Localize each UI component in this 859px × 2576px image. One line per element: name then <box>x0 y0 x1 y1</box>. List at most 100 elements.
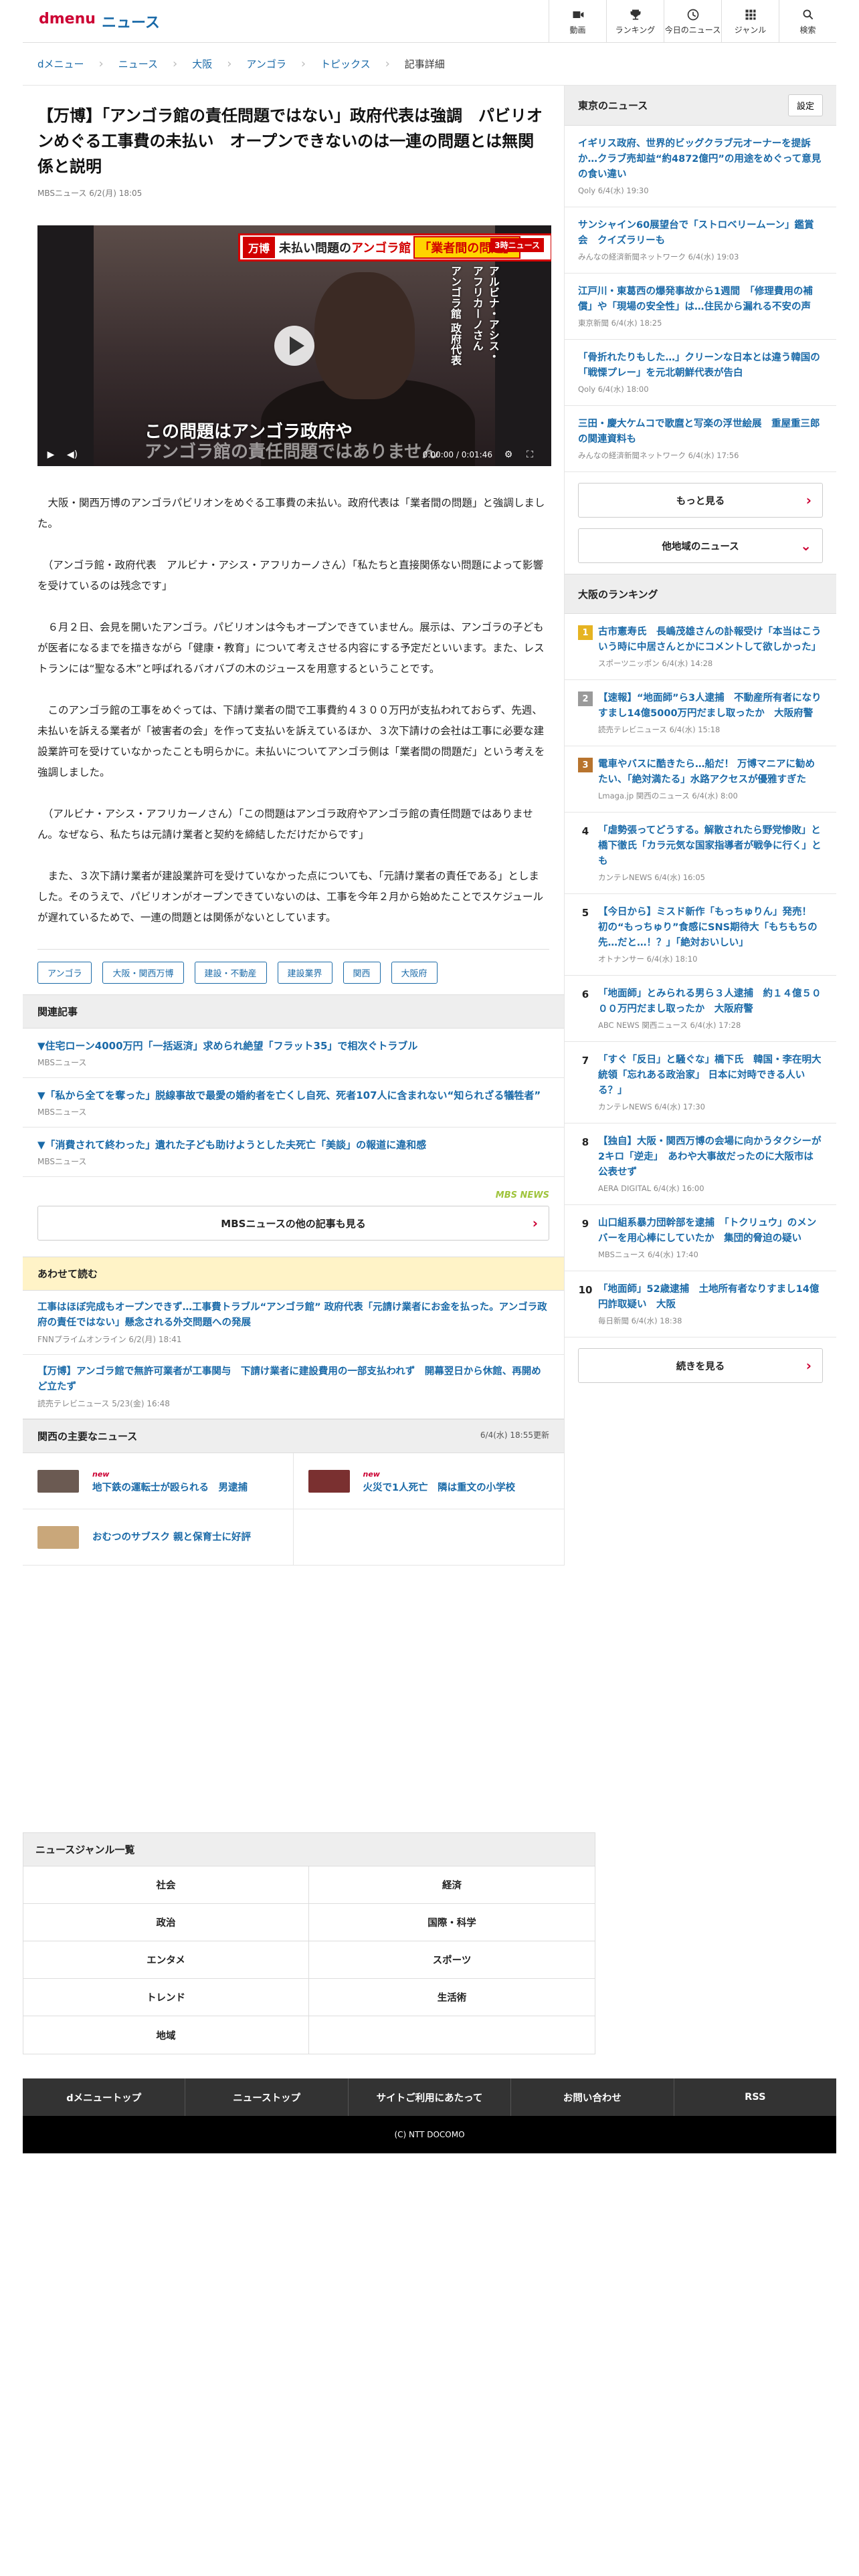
mbs-more-button[interactable]: MBSニュースの他の記事も見る › <box>37 1206 549 1241</box>
genre-lifestyle[interactable]: 生活術 <box>309 1979 595 2016</box>
tag-angola[interactable]: アンゴラ <box>37 962 92 984</box>
also-read-item[interactable]: 工事はほぼ完成もオープンできず…工事費トラブル“アンゴラ館” 政府代表「元請け業… <box>23 1291 564 1355</box>
genre-region[interactable]: 地域 <box>23 2016 309 2054</box>
tag-construction-industry[interactable]: 建設業界 <box>277 962 332 984</box>
nav-ranking[interactable]: ランキング <box>606 0 664 43</box>
ranking-more-button[interactable]: 続きを見る › <box>578 1348 823 1383</box>
genre-economy[interactable]: 経済 <box>309 1866 595 1904</box>
other-region-button[interactable]: 他地域のニュース ⌄ <box>578 528 823 563</box>
tokyo-news-title[interactable]: 「骨折れたりもした…」クリーンな日本とは違う韓国の「戦慄プレー」を元北朝鮮代表が… <box>578 350 823 381</box>
news-thumbnail <box>37 1525 79 1549</box>
tokyo-news-title[interactable]: サンシャイン60展望台で「ストロベリームーン」鑑賞会 クイズラリーも <box>578 218 823 249</box>
ranking-title[interactable]: 古市憲寿氏 長嶋茂雄さんの訃報受け「本当はこういう時に中居さんとかにコメントして… <box>598 625 823 655</box>
kansai-news-item[interactable]: new 地下鉄の運転士が殴られる 男逮捕 <box>23 1453 294 1509</box>
related-item[interactable]: ▼「私から全てを奪った」脱線事故で最愛の婚約者を亡くし自死、死者107人に含まれ… <box>23 1078 564 1128</box>
also-read-title[interactable]: 【万博】アンゴラ館で無許可業者が工事関与 下請け業者に建設費用の一部支払われず … <box>37 1364 549 1395</box>
nav-today[interactable]: 今日のニュース <box>664 0 721 43</box>
video-player[interactable]: 万博 未払い問題の アンゴラ館 「業者間の問題」 3時ニュース アンゴラ館 政府… <box>37 225 551 466</box>
footer-news-top[interactable]: ニューストップ <box>185 2078 349 2116</box>
ranking-source: Lmaga.jp 関西のニュース 6/4(水) 8:00 <box>598 791 738 800</box>
ranking-item[interactable]: 1 古市憲寿氏 長嶋茂雄さんの訃報受け「本当はこういう時に中居さんとかにコメントし… <box>565 614 836 680</box>
ranking-item[interactable]: 6 「地面師」とみられる男ら３人逮捕 約１４億５０００万円だまし取ったか 大阪府警… <box>565 976 836 1042</box>
footer-terms[interactable]: サイトご利用にあたって <box>349 2078 512 2116</box>
chevron-right-icon: › <box>805 1358 812 1374</box>
also-read-heading: あわせて読む <box>23 1257 564 1291</box>
dmenu-logo[interactable]: dmenu <box>39 11 96 27</box>
ranking-item[interactable]: 5 【今日から】ミスド新作「もっちゅりん」発売！ 初の“もっちゅり”食感にSNS期… <box>565 894 836 976</box>
nav-genre[interactable]: ジャンル <box>721 0 779 43</box>
nav-video[interactable]: 動画 <box>549 0 606 43</box>
ranking-item[interactable]: 3 電車やバスに酷きたら…船だ！ 万博マニアに勧めたい、「絶対満たる」水路アクセス… <box>565 746 836 813</box>
breadcrumb: dメニュー › ニュース › 大阪 › アンゴラ › トピックス › 記事詳細 <box>23 43 836 86</box>
genre-society[interactable]: 社会 <box>23 1866 309 1904</box>
kansai-news-updated: 6/4(水) 18:55更新 <box>480 1430 549 1440</box>
tokyo-news-item[interactable]: 三田・慶大ケムコで歌麿と写楽の浮世絵展 重屋重三郎の関連資料も みんなの経済新聞… <box>565 406 836 472</box>
tag-construction-realestate[interactable]: 建設・不動産 <box>194 962 267 984</box>
breadcrumb-current: 記事詳細 <box>404 58 445 70</box>
breadcrumb-news[interactable]: ニュース <box>118 57 158 71</box>
related-title[interactable]: ▼「私から全てを奪った」脱線事故で最愛の婚約者を亡くし自死、死者107人に含まれ… <box>37 1087 549 1103</box>
related-item[interactable]: ▼「消費されて終わった」遺れた子ども助けようとした夫死亡「美談」の報道に違和感 … <box>23 1128 564 1177</box>
video-time: 0:00:00 / 0:01:46 <box>422 450 492 459</box>
footer-contact[interactable]: お問い合わせ <box>511 2078 674 2116</box>
kansai-news-title: 火災で1人死亡 隣は重文の小学校 <box>363 1482 516 1493</box>
breadcrumb-topics[interactable]: トピックス <box>320 57 371 71</box>
ranking-title[interactable]: 【今日から】ミスド新作「もっちゅりん」発売！ 初の“もっちゅり”食感にSNS期待… <box>598 905 823 951</box>
ranking-title[interactable]: 「地面師」とみられる男ら３人逮捕 約１４億５０００万円だまし取ったか 大阪府警 <box>598 986 823 1017</box>
ranking-title[interactable]: 電車やバスに酷きたら…船だ！ 万博マニアに勧めたい、「絶対満たる」水路アクセスが… <box>598 757 823 788</box>
ranking-title[interactable]: 「地面師」52歳逮捕 土地所有者なりすまし14億円詐取疑い 大阪 <box>598 1282 823 1313</box>
genre-trend[interactable]: トレンド <box>23 1979 309 2016</box>
ranking-title[interactable]: 「虐勢張ってどうする。解散されたら野党惨敗」と橋下徹氏「カラ元気な国家指導者が戦… <box>598 823 823 869</box>
nav-search[interactable]: 検索 <box>779 0 836 43</box>
related-item[interactable]: ▼住宅ローン4000万円「一括返済」求められ絶望「フラット35」で相次ぐトラブル… <box>23 1029 564 1078</box>
tokyo-news-title[interactable]: 江戸川・東葛西の爆発事故から1週間 「修理費用の補償」や「現場の安全性」は…住民… <box>578 284 823 315</box>
ranking-item[interactable]: 4 「虐勢張ってどうする。解散されたら野党惨敗」と橋下徹氏「カラ元気な国家指導者が… <box>565 813 836 894</box>
ranking-title[interactable]: 【速報】“地面師”ら3人逮捕 不動産所有者になりすまし14億5000万円だまし取… <box>598 691 823 722</box>
kansai-news-item[interactable]: new 火災で1人死亡 隣は重文の小学校 <box>293 1453 564 1509</box>
tokyo-news-item[interactable]: イギリス政府、世界的ビッグクラブ元オーナーを提訴か…クラブ売却益“約4872億円… <box>565 126 836 207</box>
ranking-item[interactable]: 9 山口組系暴力団幹部を逮捕 「トクリュウ」のメンバーを用心棒にしていたか 集団的… <box>565 1205 836 1271</box>
breadcrumb-angola[interactable]: アンゴラ <box>246 57 286 71</box>
ranking-item[interactable]: 7 「すぐ「反日」と騒ぐな」橋下氏 韓国・李在明大統領「忘れある政治家」 日本に対… <box>565 1042 836 1123</box>
footer-dmenu-top[interactable]: dメニュートップ <box>23 2078 186 2116</box>
ranking-item[interactable]: 2 【速報】“地面師”ら3人逮捕 不動産所有者になりすまし14億5000万円だまし… <box>565 680 836 746</box>
rank-number: 4 <box>581 825 589 837</box>
settings-icon[interactable]: ⚙ <box>502 448 515 461</box>
ranking-item[interactable]: 10 「地面師」52歳逮捕 土地所有者なりすまし14億円詐取疑い 大阪 毎日新聞 6… <box>565 1271 836 1337</box>
related-title[interactable]: ▼住宅ローン4000万円「一括返済」求められ絶望「フラット35」で相次ぐトラブル <box>37 1038 549 1054</box>
genre-international-science[interactable]: 国際・科学 <box>309 1904 595 1941</box>
ranking-title[interactable]: 山口組系暴力団幹部を逮捕 「トクリュウ」のメンバーを用心棒にしていたか 集団的脅… <box>598 1216 823 1247</box>
footer-rss[interactable]: RSS <box>674 2078 836 2116</box>
ranking-text: 【今日から】ミスド新作「もっちゅりん」発売！ 初の“もっちゅり”食感にSNS期待… <box>598 905 823 964</box>
article-paragraph: （アンゴラ館・政府代表 アルビナ・アシス・アフリカーノさん）「私たちと直接関係な… <box>37 559 543 592</box>
also-read-item[interactable]: 【万博】アンゴラ館で無許可業者が工事関与 下請け業者に建設費用の一部支払われず … <box>23 1355 564 1419</box>
tokyo-news-item[interactable]: サンシャイン60展望台で「ストロベリームーン」鑑賞会 クイズラリーも みんなの経… <box>565 207 836 274</box>
tag-kansai[interactable]: 関西 <box>343 962 381 984</box>
genre-sports[interactable]: スポーツ <box>309 1941 595 1979</box>
related-title[interactable]: ▼「消費されて終わった」遺れた子ども助けようとした夫死亡「美談」の報道に違和感 <box>37 1137 549 1153</box>
tag-osaka[interactable]: 大阪府 <box>391 962 438 984</box>
play-icon[interactable] <box>274 326 314 366</box>
ranking-title[interactable]: 「すぐ「反日」と騒ぐな」橋下氏 韓国・李在明大統領「忘れある政治家」 日本に対時… <box>598 1053 823 1099</box>
genre-politics[interactable]: 政治 <box>23 1904 309 1941</box>
breadcrumb-dmenu[interactable]: dメニュー <box>37 57 84 71</box>
tag-expo[interactable]: 大阪・関西万博 <box>102 962 184 984</box>
tokyo-news-title[interactable]: イギリス政府、世界的ビッグクラブ元オーナーを提訴か…クラブ売却益“約4872億円… <box>578 136 823 183</box>
kansai-news-item[interactable]: おむつのサブスク 親と保育士に好評 <box>23 1509 294 1566</box>
genre-entertainment[interactable]: エンタメ <box>23 1941 309 1979</box>
news-section-title[interactable]: ニュース <box>102 11 160 32</box>
settings-button[interactable]: 設定 <box>787 94 823 116</box>
play-small-icon[interactable]: ▶ <box>44 448 58 461</box>
tokyo-news-item[interactable]: 「骨折れたりもした…」クリーンな日本とは違う韓国の「戦慄プレー」を元北朝鮮代表が… <box>565 340 836 406</box>
ranking-item[interactable]: 8 【独自】大阪・関西万博の会場に向かうタクシーが2キロ「逆走」 あわや大事故だっ… <box>565 1123 836 1205</box>
tokyo-news-title[interactable]: 三田・慶大ケムコで歌麿と写楽の浮世絵展 重屋重三郎の関連資料も <box>578 417 823 447</box>
clock-icon <box>687 9 698 20</box>
more-news-button[interactable]: もっと見る › <box>578 483 823 518</box>
tokyo-news-item[interactable]: 江戸川・東葛西の爆発事故から1週間 「修理費用の補償」や「現場の安全性」は…住民… <box>565 274 836 340</box>
also-read-title[interactable]: 工事はほぼ完成もオープンできず…工事費トラブル“アンゴラ館” 政府代表「元請け業… <box>37 1300 549 1331</box>
volume-icon[interactable]: ◀) <box>66 448 79 461</box>
related-heading: 関連記事 <box>23 994 564 1029</box>
fullscreen-icon[interactable]: ⛶ <box>523 448 537 461</box>
ranking-title[interactable]: 【独自】大阪・関西万博の会場に向かうタクシーが2キロ「逆走」 あわや大事故だった… <box>598 1134 823 1180</box>
breadcrumb-osaka[interactable]: 大阪 <box>192 57 212 71</box>
